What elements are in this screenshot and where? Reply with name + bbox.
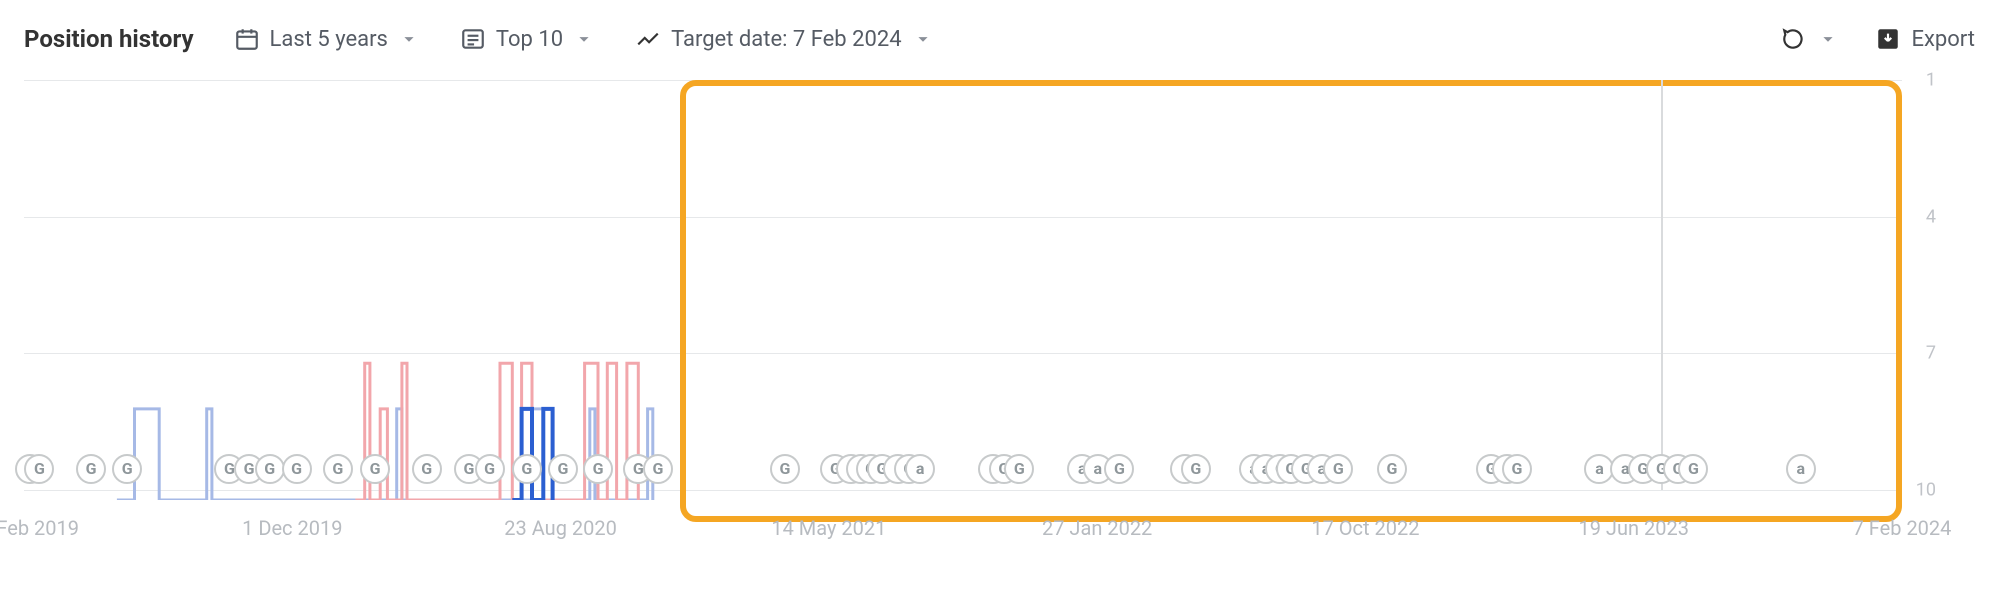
chevron-down-icon [398, 28, 420, 50]
google-update-marker-icon[interactable] [475, 454, 505, 484]
page-title: Position history [24, 25, 194, 53]
target-date-selector[interactable]: Target date: 7 Feb 2024 [635, 26, 934, 52]
x-tick-label: 17 Oct 2022 [1311, 516, 1419, 540]
google-update-marker-icon[interactable] [512, 454, 542, 484]
date-range-selector[interactable]: Last 5 years [234, 26, 420, 52]
export-label: Export [1911, 27, 1975, 52]
google-update-marker-icon[interactable] [24, 454, 54, 484]
date-range-label: Last 5 years [270, 27, 388, 52]
chevron-down-icon [1817, 28, 1839, 50]
toolbar: Position history Last 5 years Top 10 Tar… [0, 0, 1999, 70]
plot-area[interactable]: 14710 [24, 80, 1902, 490]
google-update-marker-icon[interactable] [1323, 454, 1353, 484]
list-icon [460, 26, 486, 52]
chevron-down-icon [573, 28, 595, 50]
google-update-marker-icon[interactable] [1377, 454, 1407, 484]
chart-container: 14710 14 Feb 20191 Dec 201923 Aug 202014… [24, 70, 1975, 570]
y-tick-label: 4 [1926, 206, 1936, 227]
x-tick-label: 1 Dec 2019 [242, 516, 342, 540]
google-update-marker-icon[interactable] [112, 454, 142, 484]
algorithm-update-marker-icon[interactable] [905, 454, 935, 484]
comment-icon [1781, 26, 1807, 52]
export-button[interactable]: Export [1875, 26, 1975, 52]
top-filter-label: Top 10 [496, 27, 563, 52]
comment-menu[interactable] [1781, 26, 1839, 52]
algorithm-update-marker-icon[interactable] [1786, 454, 1816, 484]
download-icon [1875, 26, 1901, 52]
top-filter-selector[interactable]: Top 10 [460, 26, 595, 52]
google-update-marker-icon[interactable] [1104, 454, 1134, 484]
google-update-marker-icon[interactable] [1181, 454, 1211, 484]
google-update-marker-icon[interactable] [548, 454, 578, 484]
x-tick-label: 14 May 2021 [771, 516, 886, 540]
google-update-marker-icon[interactable] [360, 454, 390, 484]
target-date-label: Target date: 7 Feb 2024 [671, 27, 902, 52]
chevron-down-icon [912, 28, 934, 50]
x-tick-label: 19 Jun 2023 [1578, 516, 1688, 540]
y-tick-label: 10 [1916, 480, 1936, 501]
google-update-marker-icon[interactable] [282, 454, 312, 484]
google-update-marker-icon[interactable] [255, 454, 285, 484]
google-update-marker-icon[interactable] [583, 454, 613, 484]
x-tick-label: 14 Feb 2019 [0, 516, 79, 540]
x-tick-label: 23 Aug 2020 [504, 516, 617, 540]
google-update-marker-icon[interactable] [643, 454, 673, 484]
x-tick-label: 7 Feb 2024 [1853, 516, 1952, 540]
google-update-marker-icon[interactable] [323, 454, 353, 484]
google-update-marker-icon[interactable] [1502, 454, 1532, 484]
google-update-marker-icon[interactable] [76, 454, 106, 484]
google-update-marker-icon[interactable] [1004, 454, 1034, 484]
x-axis: 14 Feb 20191 Dec 201923 Aug 202014 May 2… [24, 510, 1902, 550]
x-tick-label: 27 Jan 2022 [1042, 516, 1152, 540]
google-update-marker-icon[interactable] [1678, 454, 1708, 484]
y-tick-label: 1 [1926, 70, 1936, 91]
trend-icon [635, 26, 661, 52]
calendar-icon [234, 26, 260, 52]
google-update-marker-icon[interactable] [770, 454, 800, 484]
google-update-marker-icon[interactable] [412, 454, 442, 484]
event-markers [24, 452, 1902, 490]
y-tick-label: 7 [1926, 343, 1936, 364]
gridline [24, 80, 1902, 81]
series-lines [24, 90, 1902, 500]
